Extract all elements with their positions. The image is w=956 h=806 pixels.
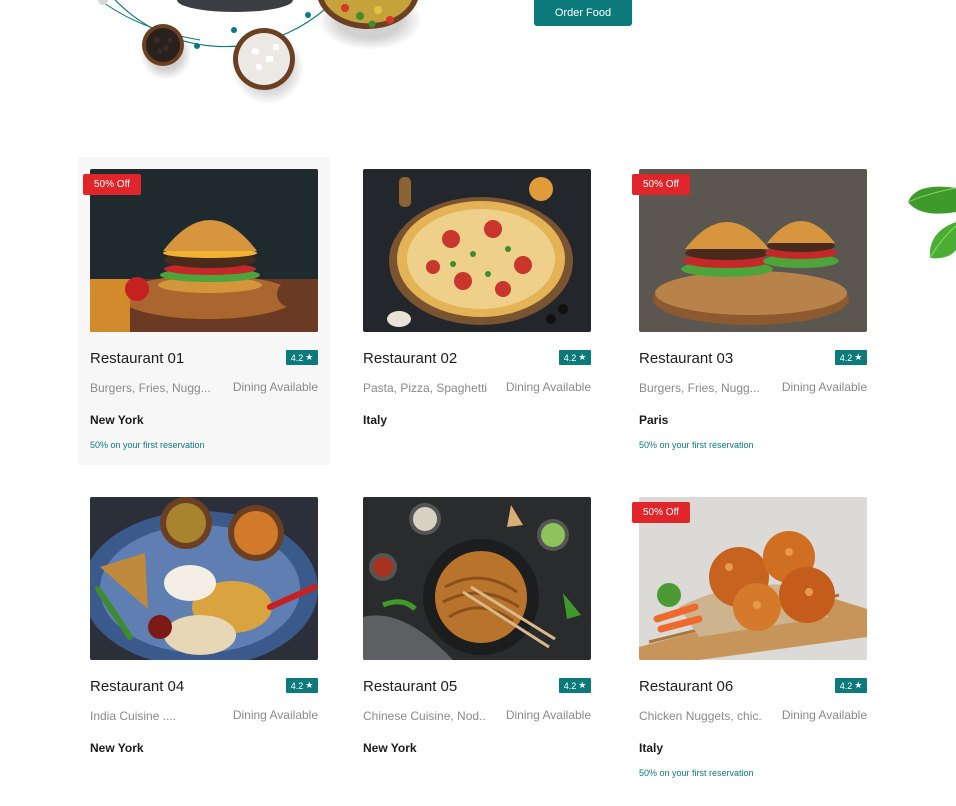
city-label: New York: [363, 741, 417, 755]
hero-section: Order Food: [0, 0, 956, 120]
dining-status: Dining Available: [781, 380, 867, 394]
dining-status: Dining Available: [505, 380, 591, 394]
restaurant-name[interactable]: Restaurant 03: [639, 350, 733, 367]
star-icon: ★: [578, 680, 587, 690]
rating-value: 4.2: [839, 680, 853, 691]
cuisine-text: Chinese Cuisine, Nod...: [363, 709, 487, 723]
restaurant-name[interactable]: Restaurant 01: [90, 350, 184, 367]
star-icon: ★: [305, 680, 314, 690]
dining-status: Dining Available: [232, 380, 318, 394]
rating-badge: 4.2 ★: [286, 678, 318, 693]
star-icon: ★: [854, 352, 863, 362]
rating-badge: 4.2 ★: [559, 678, 591, 693]
rating-value: 4.2: [290, 680, 304, 691]
dining-status: Dining Available: [232, 708, 318, 722]
city-label: New York: [90, 741, 144, 755]
restaurant-card[interactable]: Restaurant 05 4.2 ★ Chinese Cuisine, Nod.…: [351, 485, 603, 793]
restaurant-name[interactable]: Restaurant 05: [363, 678, 457, 695]
city-label: Paris: [639, 413, 669, 427]
promo-text: 50% on your first reservation: [90, 440, 205, 450]
rating-badge: 4.2 ★: [835, 678, 867, 693]
cuisine-text: Burgers, Fries, Nugg...: [90, 381, 211, 395]
cuisine-text: Pasta, Pizza, Spaghetti..: [363, 381, 487, 395]
restaurant-card[interactable]: Restaurant 02 4.2 ★ Pasta, Pizza, Spaghet…: [351, 157, 603, 465]
discount-badge: 50% Off: [632, 502, 690, 523]
indian-food-image: [90, 497, 318, 660]
noodles-image: [363, 497, 591, 660]
restaurant-card[interactable]: 50% Off Restaurant 06 4.2 ★ Chicken Nugge…: [627, 485, 879, 793]
leaf-decoration: [906, 182, 956, 262]
city-label: Italy: [363, 413, 388, 427]
rating-value: 4.2: [839, 352, 853, 363]
rating-badge: 4.2 ★: [286, 350, 318, 365]
star-icon: ★: [854, 680, 863, 690]
cuisine-text: Burgers, Fries, Nugg...: [639, 381, 760, 395]
rating-badge: 4.2 ★: [835, 350, 867, 365]
dining-status: Dining Available: [505, 708, 591, 722]
order-food-button[interactable]: Order Food: [534, 0, 632, 26]
restaurant-card[interactable]: 50% Off Restaurant 01 4.2 ★ Burgers, Frie…: [78, 157, 330, 465]
cuisine-text: India Cuisine ....: [90, 709, 177, 723]
rating-value: 4.2: [290, 352, 304, 363]
star-icon: ★: [578, 352, 587, 362]
restaurant-name[interactable]: Restaurant 06: [639, 678, 733, 695]
city-label: New York: [90, 413, 144, 427]
rating-badge: 4.2 ★: [559, 350, 591, 365]
spice-bowls-illustration: [98, 0, 422, 104]
dining-status: Dining Available: [781, 708, 867, 722]
star-icon: ★: [305, 352, 314, 362]
restaurant-card[interactable]: Restaurant 04 4.2 ★ India Cuisine .... Di…: [78, 485, 330, 793]
pizza-image: [363, 169, 591, 332]
restaurant-card[interactable]: 50% Off Restaurant 03 4.2 ★ Burgers, Frie…: [627, 157, 879, 465]
restaurant-name[interactable]: Restaurant 04: [90, 678, 184, 695]
discount-badge: 50% Off: [632, 174, 690, 195]
city-label: Italy: [639, 741, 664, 755]
discount-badge: 50% Off: [83, 174, 141, 195]
rating-value: 4.2: [563, 352, 577, 363]
rating-value: 4.2: [563, 680, 577, 691]
cuisine-text: Chicken Nuggets, chic...: [639, 709, 763, 723]
promo-text: 50% on your first reservation: [639, 440, 754, 450]
restaurant-name[interactable]: Restaurant 02: [363, 350, 457, 367]
promo-text: 50% on your first reservation: [639, 768, 754, 778]
